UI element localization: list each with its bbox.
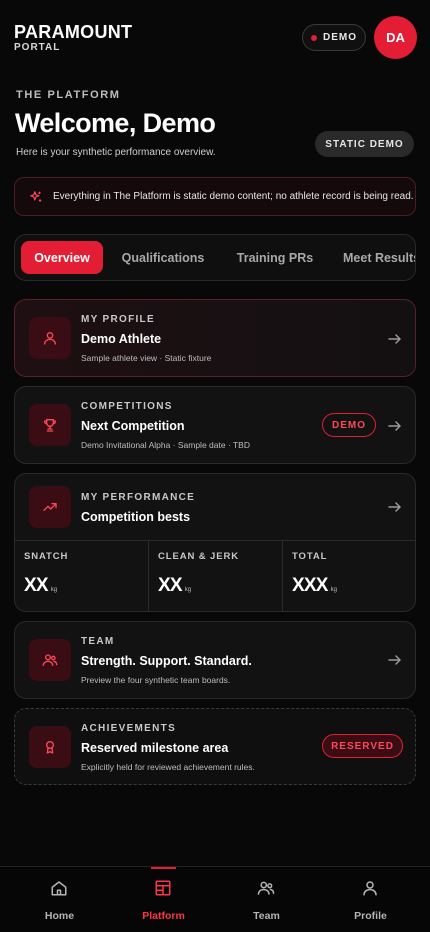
nav-item-profile[interactable]: Profile [317, 867, 424, 932]
trophy-icon [43, 419, 57, 432]
performance-icon-box [29, 486, 71, 528]
notice-text: Everything in The Platform is static dem… [53, 191, 414, 202]
bottom-nav: Home Platform Team Profile [0, 866, 430, 932]
stat-value: XX kg [24, 575, 58, 596]
stat-label: SNATCH [24, 551, 69, 562]
profile-icon-box [29, 317, 71, 359]
stat-unit: kg [330, 587, 337, 593]
demo-mode-label: DEMO [323, 32, 357, 43]
section-tabs: Overview Qualifications Training PRs Mee… [14, 234, 416, 281]
tab-meet-results[interactable]: Meet Results [333, 241, 415, 274]
card-subtitle: Sample athlete view · Static fixture [81, 353, 212, 363]
trending-up-icon [43, 503, 57, 511]
team-card[interactable]: TEAM Strength. Support. Standard. Previe… [14, 621, 416, 699]
card-subtitle: Preview the four synthetic team boards. [81, 675, 231, 685]
tab-qualifications[interactable]: Qualifications [111, 241, 215, 274]
users-icon [257, 881, 275, 895]
card-eyebrow: COMPETITIONS [81, 401, 173, 412]
achievements-icon-box [29, 726, 71, 768]
sparkles-icon [30, 190, 42, 202]
demo-mode-pill[interactable]: DEMO [302, 24, 366, 51]
tab-overview[interactable]: Overview [21, 241, 103, 274]
nav-item-home[interactable]: Home [6, 867, 113, 932]
nav-label: Platform [142, 910, 185, 922]
tab-training-prs[interactable]: Training PRs [225, 241, 325, 274]
stat-snatch: SNATCH XX kg [15, 541, 148, 611]
card-subtitle: Explicitly held for reviewed achievement… [81, 762, 255, 772]
card-title: Strength. Support. Standard. [81, 654, 252, 668]
status-dot-icon [311, 34, 317, 41]
team-icon-box [29, 639, 71, 681]
reserved-badge: RESERVED [322, 734, 403, 758]
home-icon [51, 881, 67, 896]
user-icon [44, 332, 56, 345]
nav-label: Profile [354, 910, 387, 922]
card-title: Demo Athlete [81, 332, 162, 346]
nav-item-platform[interactable]: Platform [110, 867, 217, 932]
demo-badge: DEMO [322, 413, 376, 437]
achievements-card[interactable]: ACHIEVEMENTS Reserved milestone area Exp… [14, 708, 416, 785]
competitions-icon-box [29, 404, 71, 446]
users-icon [42, 654, 58, 666]
stat-total: TOTAL XXX kg [283, 541, 415, 611]
card-eyebrow: TEAM [81, 636, 115, 647]
stat-unit: kg [50, 587, 58, 593]
competitions-card[interactable]: COMPETITIONS Next Competition Demo Invit… [14, 386, 416, 464]
demo-notice-banner: Everything in The Platform is static dem… [14, 177, 416, 216]
card-title: Competition bests [81, 510, 191, 524]
page-subtitle: Here is your synthetic performance overv… [16, 147, 216, 158]
stat-clean-and-jerk: CLEAN & JERK XX kg [149, 541, 282, 611]
avatar[interactable]: DA [374, 16, 417, 59]
stat-value: XX kg [158, 575, 192, 596]
stat-value: XXX kg [292, 575, 337, 596]
award-icon [46, 741, 54, 754]
card-subtitle: Demo Invitational Alpha · Sample date · … [81, 440, 250, 450]
arrow-right-icon [388, 421, 401, 431]
arrow-right-icon [388, 334, 401, 344]
brand-subtitle: PORTAL [14, 42, 61, 53]
card-title: Reserved milestone area [81, 741, 229, 755]
nav-label: Team [253, 910, 280, 922]
arrow-right-icon [388, 502, 401, 512]
brand-title[interactable]: PARAMOUNT [14, 22, 132, 43]
performance-card[interactable]: MY PERFORMANCE Competition bests SNATCH … [14, 473, 416, 612]
card-eyebrow: MY PROFILE [81, 314, 155, 325]
page-title: Welcome, Demo [15, 108, 216, 138]
nav-item-team[interactable]: Team [213, 867, 320, 932]
arrow-right-icon [388, 655, 401, 665]
stat-label: TOTAL [292, 551, 328, 562]
card-title: Next Competition [81, 419, 185, 433]
section-eyebrow: THE PLATFORM [16, 89, 121, 101]
app-header: PARAMOUNT PORTAL DEMO DA [0, 0, 430, 80]
profile-card[interactable]: MY PROFILE Demo Athlete Sample athlete v… [14, 299, 416, 377]
card-eyebrow: ACHIEVEMENTS [81, 723, 177, 734]
layout-icon [155, 880, 171, 896]
stat-label: CLEAN & JERK [158, 551, 240, 562]
stat-unit: kg [184, 587, 192, 593]
card-eyebrow: MY PERFORMANCE [81, 492, 196, 503]
static-demo-badge: STATIC DEMO [315, 131, 414, 157]
user-icon [363, 881, 377, 896]
nav-label: Home [44, 910, 75, 922]
